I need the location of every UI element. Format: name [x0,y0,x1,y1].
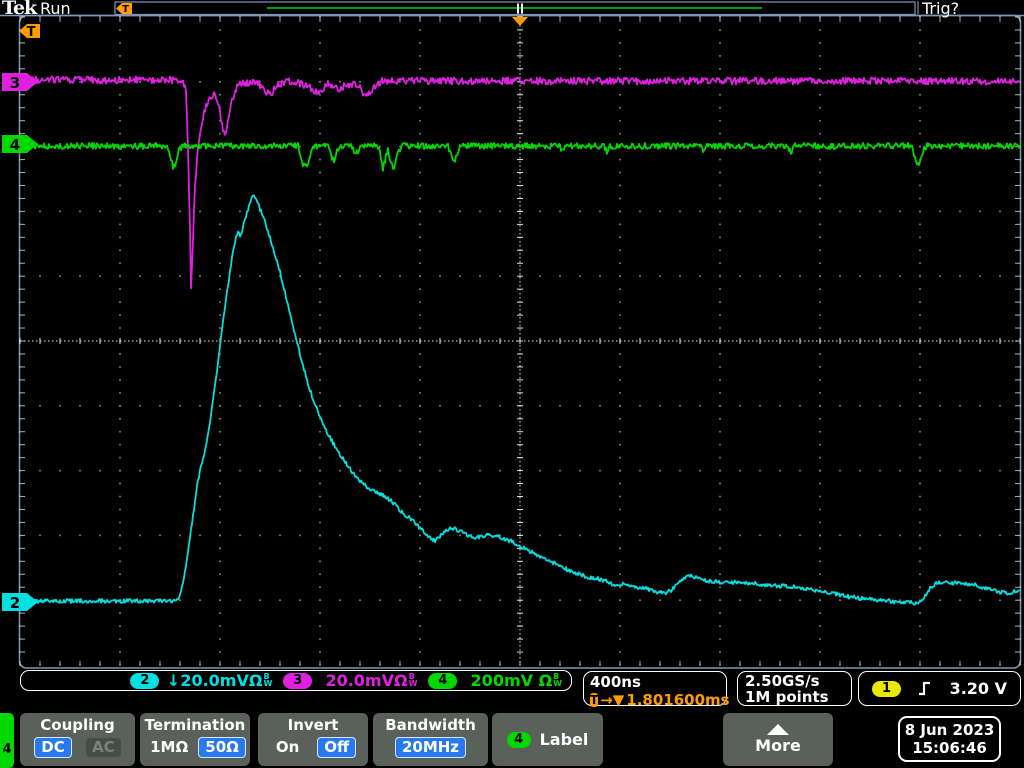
ch4-scale: 200mV Ω [470,671,553,690]
ch3-position-marker[interactable] [2,73,38,91]
graticule-border [18,14,1022,669]
trigger-readout[interactable]: 1 3.20 V [858,671,1021,706]
edge-ticks [19,16,1021,665]
delay-arrows-icon: →▼ [600,691,625,709]
svg-text:T: T [27,25,36,40]
timebase-readout[interactable]: 400ns T →▼ 1.801600ms [583,671,730,709]
trigger-source-badge: 1 [872,680,901,697]
oscilloscope-screen: T 3 4 2 T Tek Run Trig? 2 ↓20.0mVΩ BW 3 20.0… [0,0,1024,768]
ch3-readout[interactable]: 3 20.0mVΩ BW [283,671,417,690]
acquisition-status: Run [40,0,71,18]
coupling-dc-option[interactable]: DC [34,737,72,758]
up-arrow-icon [767,724,789,735]
invert-on-option[interactable]: On [270,738,305,757]
bandwidth-button[interactable]: Bandwidth 20MHz [373,713,488,766]
coupling-ac-option: AC [86,738,121,757]
svg-text:2: 2 [10,594,20,612]
ch3-trace [19,75,1021,290]
coupling-button[interactable]: Coupling DC AC [20,713,135,766]
ch2-bw-limit-icon: BW [263,671,273,688]
rising-edge-icon [919,681,931,696]
label-button[interactable]: 4 Label [492,713,603,766]
channel-readout-bar[interactable]: 2 ↓20.0mVΩ BW 3 20.0mVΩ BW 4 200mV Ω BW [20,670,572,691]
preview-trigger-t-icon [116,3,132,14]
ch2-position-marker[interactable] [2,593,38,611]
ch2-trace [19,194,1021,606]
date-text: 8 Jun 2023 [904,721,995,739]
screen-markers[interactable]: 3 4 2 T [2,17,528,612]
ch4-badge: 4 [428,672,458,689]
time-text: 15:06:46 [912,739,987,757]
waveform-display: T 3 4 2 T [0,1,1024,669]
termination-button[interactable]: Termination 1MΩ 50Ω [140,713,250,766]
ch4-readout[interactable]: 4 200mV Ω BW [428,671,562,690]
timebase-scale: 400ns [590,673,641,691]
ch3-bw-limit-icon: BW [408,671,418,688]
center-axes [19,16,1021,665]
bandwidth-value[interactable]: 20MHz [394,737,467,758]
sample-rate: 2.50GS/s [745,672,820,690]
trigger-status: Trig? [922,0,960,18]
trigger-t-icon: T [590,693,599,707]
termination-50ohm-option[interactable]: 50Ω [198,737,246,758]
ch4-position-marker[interactable] [2,135,38,153]
ch2-scale: ↓20.0mVΩ [166,671,263,690]
svg-text:T: T [122,4,129,15]
trigger-delay-value: 1.801600ms [626,691,730,709]
menu-channel-tab: 4 [0,713,14,768]
ch4-bw-limit-icon: BW [553,671,562,688]
acquisition-readout[interactable]: 2.50GS/s 1M points [737,671,852,706]
more-button[interactable]: More [723,713,833,766]
invert-off-option[interactable]: Off [317,737,357,758]
ch3-scale: 20.0mVΩ [325,671,408,690]
datetime-display: 8 Jun 2023 15:06:46 [898,716,1001,762]
svg-text:3: 3 [10,74,20,92]
acquisition-preview-bar: T [114,1,916,16]
termination-1mohm-option[interactable]: 1MΩ [144,738,194,757]
trigger-level-value: 3.20 V [949,679,1007,698]
trigger-level-marker[interactable] [19,24,40,38]
ch2-badge: 2 [130,672,160,689]
graticule-grid [19,16,1021,666]
ch4-trace [19,142,1021,172]
trigger-position-marker[interactable] [512,17,528,26]
invert-button[interactable]: Invert On Off [258,713,368,766]
record-length: 1M points [745,688,829,706]
ch3-badge: 3 [283,672,313,689]
label-channel-badge: 4 [506,731,531,748]
ch2-readout[interactable]: 2 ↓20.0mVΩ BW [130,671,272,690]
tek-logo: Tek [2,0,37,19]
svg-text:4: 4 [10,136,20,154]
